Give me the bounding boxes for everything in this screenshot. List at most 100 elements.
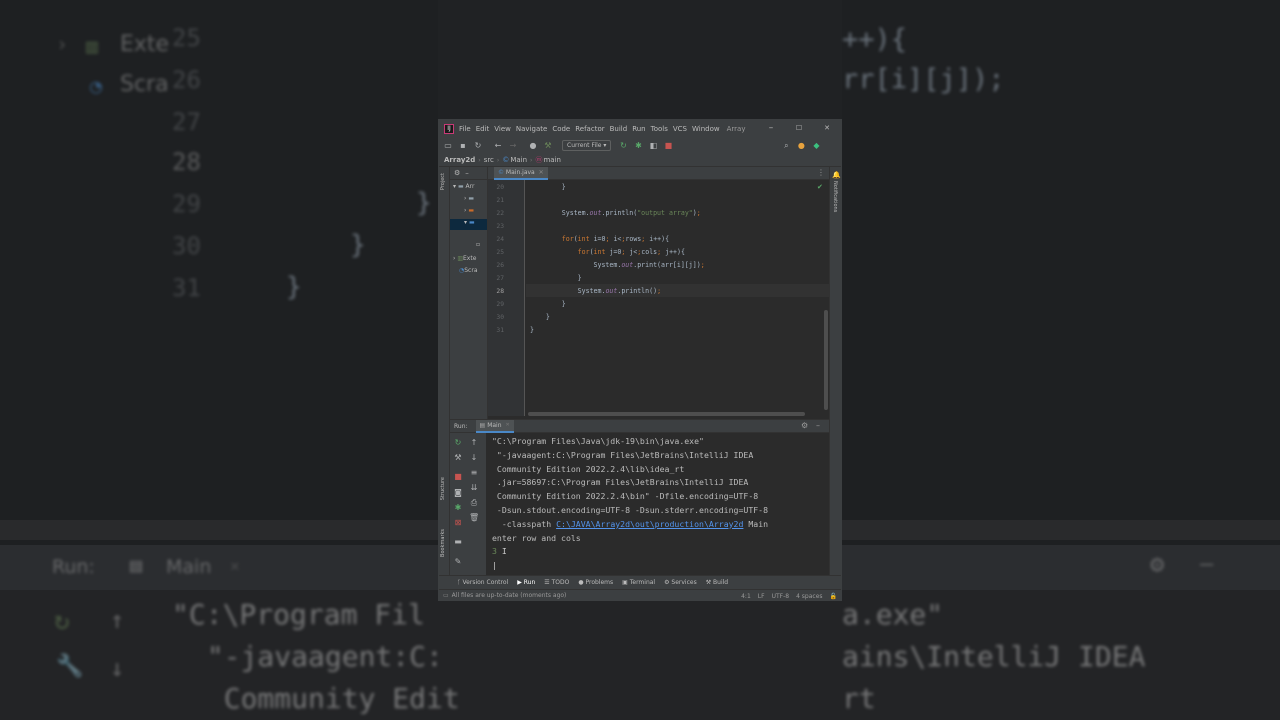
menu-vcs[interactable]: VCS [673, 125, 687, 133]
update-icon[interactable]: ● [795, 140, 807, 152]
debug-icon[interactable]: ✱ [632, 140, 644, 152]
code-editor[interactable]: © Main.java ✕ ⋮ ✔ 20 21 22 23 24 25 26 2… [488, 167, 829, 419]
save-icon[interactable]: ▪ [457, 140, 469, 152]
bg-code-line: ++){ [842, 24, 908, 55]
gear-icon[interactable]: ⚙ [801, 421, 808, 430]
tab-version-control[interactable]: ᚴ Version Control [457, 579, 508, 586]
status-message[interactable]: All files are up-to-date (moments ago) [452, 592, 567, 599]
tree-item[interactable]: ▫ [476, 241, 480, 252]
menu-code[interactable]: Code [552, 125, 570, 133]
menu-tools[interactable]: Tools [651, 125, 668, 133]
user-icon[interactable]: ● [527, 140, 539, 152]
lock-icon[interactable]: 🔓 [830, 593, 837, 600]
tree-item-external-libraries[interactable]: › ▥Exte [453, 255, 476, 266]
pin-icon[interactable]: ✎ [453, 557, 463, 567]
horizontal-scrollbar[interactable] [528, 412, 805, 416]
rerun-icon[interactable]: ↻ [453, 438, 463, 448]
menu-view[interactable]: View [494, 125, 511, 133]
tab-terminal[interactable]: ▣ Terminal [622, 579, 655, 586]
console-line: "-javaagent:C:\Program Files\JetBrains\I… [492, 449, 754, 460]
camera-icon[interactable]: ◙ [453, 488, 463, 498]
wrench-icon[interactable]: ⚒ [453, 453, 463, 463]
run-tab-label: Main [487, 421, 502, 429]
editor-tab-main-java[interactable]: © Main.java ✕ [494, 167, 548, 180]
console-output[interactable]: "C:\Program Files\Java\jdk-19\bin\java.e… [492, 435, 827, 573]
forward-icon[interactable]: → [507, 140, 519, 152]
trash-icon[interactable]: 🗑 [469, 513, 479, 523]
tab-services[interactable]: ⚙ Services [664, 579, 697, 586]
close-icon[interactable]: ✕ [506, 422, 510, 428]
menu-window[interactable]: Window [692, 125, 720, 133]
stop-icon[interactable]: ■ [453, 472, 463, 482]
open-folder-icon[interactable]: ▭ [442, 140, 454, 152]
caret-position[interactable]: 4:1 [741, 593, 751, 600]
tab-notifications[interactable]: Notifications [832, 181, 838, 212]
minimize-icon[interactable]: – [465, 169, 469, 177]
tab-run[interactable]: ▶ Run [517, 579, 535, 586]
breadcrumb-class[interactable]: Main [510, 156, 527, 164]
maximize-button[interactable]: ☐ [785, 120, 813, 137]
vertical-scrollbar[interactable] [824, 310, 828, 410]
sync-icon[interactable]: ↻ [472, 140, 484, 152]
bg-sidebar-item: Exte [120, 32, 170, 57]
jetbrains-icon[interactable]: ◆ [810, 140, 822, 152]
stop-icon[interactable]: ■ [662, 140, 674, 152]
tree-item[interactable]: › ▬ [464, 207, 474, 218]
tree-item[interactable]: › ▬ [464, 195, 474, 206]
console-input-line: 3 I [492, 545, 827, 559]
tab-bookmarks[interactable]: Bookmarks [440, 529, 446, 557]
gear-icon[interactable]: ⚙ [454, 169, 460, 177]
tree-item-selected[interactable]: ▾ ▬ [450, 219, 487, 230]
line-number: 30 [496, 314, 504, 321]
print-icon[interactable]: ⎙ [469, 498, 479, 508]
menu-navigate[interactable]: Navigate [516, 125, 547, 133]
line-separator[interactable]: LF [758, 593, 765, 600]
scroll-end-icon[interactable]: ⇊ [469, 483, 479, 493]
breadcrumb-folder[interactable]: src [484, 156, 494, 164]
menu-refactor[interactable]: Refactor [575, 125, 604, 133]
bg-sidebar-item: Scra [120, 72, 169, 97]
tab-todo[interactable]: ☰ TODO [544, 579, 569, 586]
menu-file[interactable]: File [459, 125, 471, 133]
classpath-link[interactable]: C:\JAVA\Array2d\out\production\Array2d [556, 519, 743, 529]
close-button[interactable]: ✕ [813, 120, 841, 137]
console-caret[interactable]: | [492, 559, 827, 573]
tab-build[interactable]: ⚒ Build [706, 579, 728, 586]
hammer-icon[interactable]: ⚒ [542, 140, 554, 152]
tab-project[interactable]: Project [440, 173, 446, 190]
file-encoding[interactable]: UTF-8 [772, 593, 790, 600]
menu-edit[interactable]: Edit [476, 125, 490, 133]
run-tab-main[interactable]: ▤ Main ✕ [475, 419, 514, 433]
tree-item-scratches[interactable]: ◔Scra [459, 267, 478, 278]
debug-icon[interactable]: ✱ [453, 503, 463, 513]
indent-setting[interactable]: 4 spaces [796, 593, 822, 600]
breadcrumb-separator-icon: › [496, 156, 500, 164]
minimize-button[interactable]: – [757, 120, 785, 137]
down-arrow-icon[interactable]: ↓ [469, 453, 479, 463]
menu-run[interactable]: Run [632, 125, 645, 133]
coverage-icon[interactable]: ◧ [647, 140, 659, 152]
soft-wrap-icon[interactable]: ≡ [469, 468, 479, 478]
bg-gear-icon: ⚙ [1150, 550, 1165, 578]
line-number: 26 [496, 262, 504, 269]
menu-build[interactable]: Build [610, 125, 628, 133]
minimize-icon[interactable]: – [816, 421, 820, 430]
more-icon[interactable]: ⋮ [817, 168, 825, 177]
tab-structure[interactable]: Structure [440, 477, 446, 500]
code-line: } [530, 274, 582, 282]
breadcrumb-project[interactable]: Array2d [444, 156, 475, 164]
exit-icon[interactable]: ⊠ [453, 518, 463, 528]
tree-item-project[interactable]: ▾ ▬ Arr [453, 183, 474, 194]
notifications-icon[interactable]: 🔔 [832, 171, 841, 179]
breadcrumb-method[interactable]: main [543, 156, 561, 164]
back-icon[interactable]: ← [492, 140, 504, 152]
chevron-down-icon: ▾ [464, 219, 468, 226]
rerun-icon[interactable]: ↻ [617, 140, 629, 152]
chevron-down-icon: ▾ [453, 183, 457, 190]
tab-problems[interactable]: ● Problems [578, 579, 613, 586]
search-icon[interactable]: ⌕ [780, 140, 792, 152]
layout-icon[interactable]: ▬ [453, 537, 463, 547]
close-icon[interactable]: ✕ [539, 169, 544, 176]
run-config-dropdown[interactable]: Current File ▾ [562, 140, 612, 151]
up-arrow-icon[interactable]: ↑ [469, 438, 479, 448]
